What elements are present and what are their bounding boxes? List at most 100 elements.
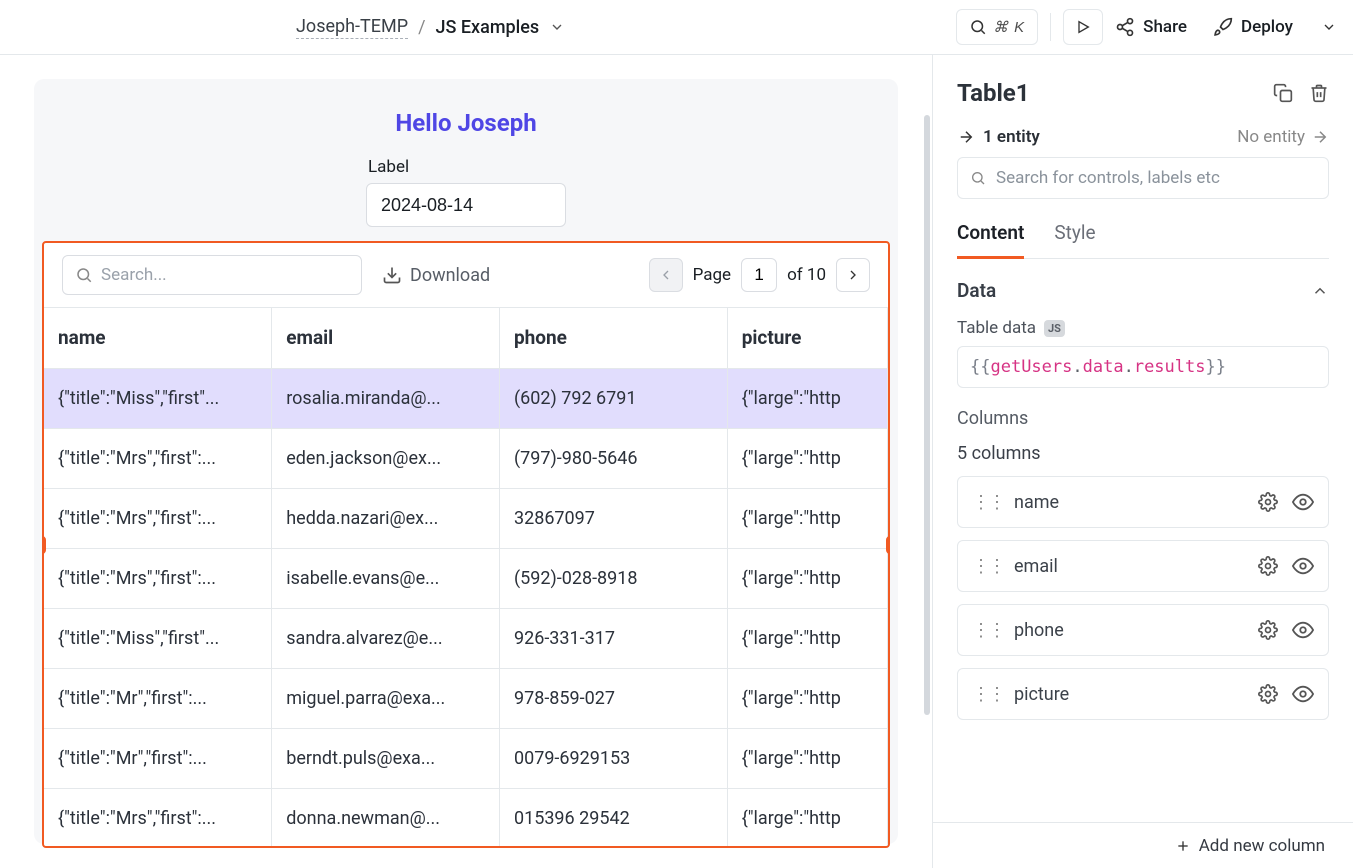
cell-name: {"title":"Mrs","first":... <box>44 428 272 488</box>
table-row[interactable]: {"title":"Mrs","first":...donna.newman@.… <box>44 788 888 848</box>
eye-icon[interactable] <box>1292 555 1314 577</box>
data-section-header[interactable]: Data <box>957 279 1329 302</box>
table-row[interactable]: {"title":"Miss","first"...rosalia.mirand… <box>44 368 888 428</box>
panel-header: Table1 <box>957 79 1329 107</box>
cell-email: eden.jackson@ex... <box>272 428 500 488</box>
main-area: Hello Joseph Label Table1 Search... <box>0 55 1353 868</box>
column-item-picture[interactable]: ⋮⋮ picture <box>957 668 1329 720</box>
table-row[interactable]: {"title":"Mrs","first":...eden.jackson@e… <box>44 428 888 488</box>
chevron-down-icon[interactable] <box>549 19 565 35</box>
column-header-picture[interactable]: picture <box>727 308 887 368</box>
column-item-label: email <box>1014 556 1058 577</box>
arrow-right-icon <box>957 128 975 146</box>
page-next-button[interactable] <box>836 258 870 292</box>
cell-name: {"title":"Mr","first":... <box>44 728 272 788</box>
column-header-phone[interactable]: phone <box>499 308 727 368</box>
breadcrumb-page[interactable]: JS Examples <box>436 17 540 38</box>
no-entity[interactable]: No entity <box>1237 127 1329 147</box>
search-icon <box>970 170 986 186</box>
breadcrumb-project[interactable]: Joseph-TEMP <box>296 16 408 39</box>
deploy-action[interactable]: Deploy <box>1213 17 1337 37</box>
table-row[interactable]: {"title":"Mrs","first":...hedda.nazari@e… <box>44 488 888 548</box>
page-number-input[interactable] <box>741 258 777 292</box>
cell-picture: {"large":"http <box>727 668 887 728</box>
scroll-indicator[interactable] <box>924 115 930 715</box>
page-prev-button[interactable] <box>649 258 683 292</box>
table-search-input[interactable]: Search... <box>62 255 362 295</box>
table-row[interactable]: {"title":"Mr","first":...berndt.puls@exa… <box>44 728 888 788</box>
cell-name: {"title":"Mr","first":... <box>44 668 272 728</box>
share-label: Share <box>1143 17 1187 37</box>
cell-email: donna.newman@... <box>272 788 500 848</box>
entity-count[interactable]: 1 entity <box>957 127 1040 147</box>
copy-icon[interactable] <box>1273 83 1293 103</box>
column-item-phone[interactable]: ⋮⋮ phone <box>957 604 1329 656</box>
tab-style[interactable]: Style <box>1054 221 1095 258</box>
chevron-left-icon <box>658 267 674 283</box>
cell-phone: (797)-980-5646 <box>499 428 727 488</box>
chevron-down-icon[interactable] <box>1321 19 1337 35</box>
cell-phone: 978-859-027 <box>499 668 727 728</box>
label-input[interactable] <box>366 183 566 227</box>
entity-row: 1 entity No entity <box>957 127 1329 147</box>
column-item-label: phone <box>1014 620 1064 641</box>
table-widget[interactable]: Table1 Search... Download <box>42 241 890 848</box>
grip-icon[interactable]: ⋮⋮ <box>972 492 1004 513</box>
column-item-name[interactable]: ⋮⋮name <box>957 476 1329 528</box>
tab-content[interactable]: Content <box>957 221 1024 259</box>
cell-name: {"title":"Mrs","first":... <box>44 548 272 608</box>
cell-phone: 0079-6929153 <box>499 728 727 788</box>
cell-phone: (592)-028-8918 <box>499 548 727 608</box>
resize-handle-left[interactable] <box>42 536 46 554</box>
cell-name: {"title":"Miss","first"... <box>44 368 272 428</box>
gear-icon[interactable] <box>1258 492 1278 512</box>
search-command-button[interactable]: ⌘ K <box>956 9 1038 45</box>
columns-header: Columns <box>957 408 1329 429</box>
add-column-button[interactable]: Add new column <box>933 822 1353 868</box>
plus-icon <box>1175 838 1191 854</box>
label-widget: Label <box>366 157 566 227</box>
play-button[interactable] <box>1063 9 1103 45</box>
grip-icon[interactable]: ⋮⋮ <box>972 684 1004 705</box>
cell-name: {"title":"Mrs","first":... <box>44 488 272 548</box>
cell-email: berndt.puls@exa... <box>272 728 500 788</box>
table-data-code[interactable]: {{getUsers.data.results}} <box>957 346 1329 388</box>
topbar-right: ⌘ K Share Deploy <box>956 9 1337 45</box>
table-row[interactable]: {"title":"Mrs","first":...isabelle.evans… <box>44 548 888 608</box>
cell-picture: {"large":"http <box>727 788 887 848</box>
share-action[interactable]: Share <box>1115 17 1187 37</box>
panel-title[interactable]: Table1 <box>957 79 1030 107</box>
trash-icon[interactable] <box>1309 83 1329 103</box>
columns-count: 5 columns <box>957 443 1329 464</box>
column-item-email[interactable]: ⋮⋮ email <box>957 540 1329 592</box>
table-data-label: Table data JS <box>957 318 1329 338</box>
download-button[interactable]: Download <box>382 265 490 286</box>
column-header-email[interactable]: email <box>272 308 500 368</box>
eye-icon[interactable] <box>1292 683 1314 705</box>
panel-search-input[interactable]: Search for controls, labels etc <box>957 157 1329 199</box>
table-row[interactable]: {"title":"Miss","first"...sandra.alvarez… <box>44 608 888 668</box>
top-bar: Joseph-TEMP / JS Examples ⌘ K Share Depl… <box>0 0 1353 55</box>
download-icon <box>382 265 402 285</box>
column-item-label: picture <box>1014 684 1069 705</box>
eye-icon[interactable] <box>1292 491 1314 513</box>
eye-icon[interactable] <box>1292 619 1314 641</box>
js-badge[interactable]: JS <box>1044 320 1065 337</box>
cell-phone: 015396 29542 <box>499 788 727 848</box>
canvas-card: Hello Joseph Label Table1 Search... <box>34 79 898 844</box>
gear-icon[interactable] <box>1258 620 1278 640</box>
cell-picture: {"large":"http <box>727 728 887 788</box>
grip-icon[interactable]: ⋮⋮ <box>972 556 1004 577</box>
table-row[interactable]: {"title":"Mr","first":...miguel.parra@ex… <box>44 668 888 728</box>
gear-icon[interactable] <box>1258 556 1278 576</box>
gear-icon[interactable] <box>1258 684 1278 704</box>
properties-panel: Table1 1 entity No entity Search fo <box>933 55 1353 868</box>
search-icon <box>75 266 93 284</box>
grip-icon[interactable]: ⋮⋮ <box>972 620 1004 641</box>
resize-handle-right[interactable] <box>886 536 890 554</box>
cell-picture: {"large":"http <box>727 368 887 428</box>
column-header-name[interactable]: name <box>44 308 272 368</box>
chevron-up-icon <box>1311 282 1329 300</box>
panel-tabs: Content Style <box>957 221 1329 259</box>
arrow-right-icon <box>1311 128 1329 146</box>
